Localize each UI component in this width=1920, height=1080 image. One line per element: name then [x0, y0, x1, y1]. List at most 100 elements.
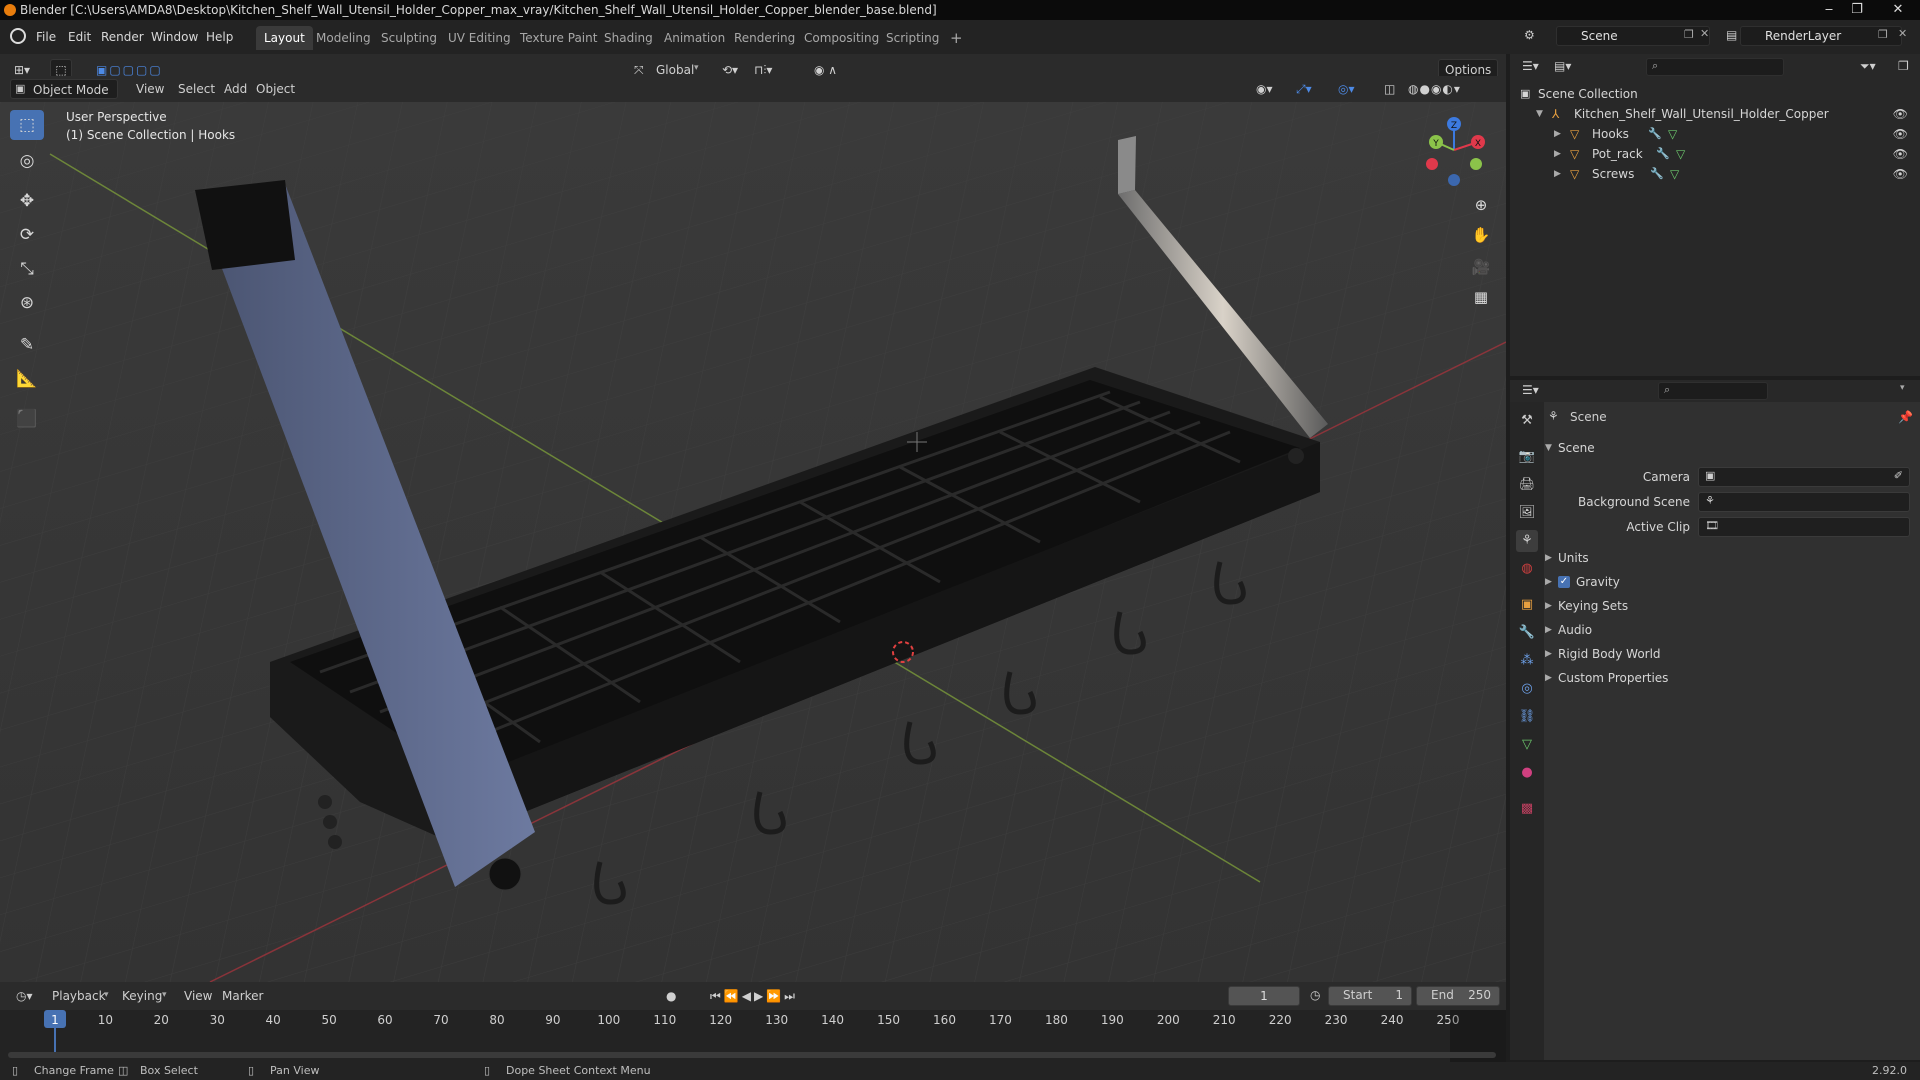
- particles-tab-icon[interactable]: ⁂: [1516, 650, 1538, 672]
- scene-tab-icon[interactable]: ⚘: [1516, 530, 1538, 552]
- navigation-gizmo[interactable]: Z X Y: [1410, 106, 1496, 192]
- visibility-eye-icon[interactable]: 👁: [1893, 104, 1908, 124]
- data-tab-icon[interactable]: ▽: [1516, 734, 1538, 756]
- filter-icon[interactable]: ⏷▾: [1860, 59, 1876, 74]
- panel-gravity[interactable]: ▶ ✓ Gravity: [1540, 570, 1920, 594]
- tab-uv-editing[interactable]: UV Editing: [440, 26, 519, 50]
- timeline-menu-keying[interactable]: Keying: [116, 986, 168, 1006]
- transform-icon[interactable]: ⊛: [10, 288, 44, 318]
- outliner-scene-collection[interactable]: ▣ Scene Collection: [1510, 84, 1920, 104]
- tab-compositing[interactable]: Compositing: [796, 26, 887, 50]
- panel-keying-sets[interactable]: ▶ Keying Sets: [1540, 594, 1920, 618]
- new-renderlayer-icon[interactable]: ❐: [1878, 28, 1888, 41]
- outliner-item-hooks[interactable]: ▶ ▽ Hooks 🔧 ▽ 👁: [1510, 124, 1920, 144]
- timeline-editor-icon[interactable]: ◷▾: [10, 986, 39, 1006]
- preview-range-clock-icon[interactable]: ◷: [1310, 988, 1320, 1002]
- maximize-button[interactable]: ❐: [1844, 0, 1870, 20]
- perspective-grid-icon[interactable]: ▦: [1466, 282, 1496, 312]
- outliner-collection[interactable]: ▼ ⅄ Kitchen_Shelf_Wall_Utensil_Holder_Co…: [1510, 104, 1920, 124]
- chevron-down-icon[interactable]: ▾: [1900, 383, 1905, 393]
- menu-file[interactable]: File: [30, 26, 62, 48]
- output-tab-icon[interactable]: 🖨: [1516, 474, 1538, 496]
- tool-tab-icon[interactable]: ⚒: [1516, 410, 1538, 432]
- gravity-checkbox[interactable]: ✓: [1558, 576, 1570, 588]
- tab-rendering[interactable]: Rendering: [726, 26, 803, 50]
- shading-mode-icons[interactable]: ◍●◉◐▾: [1402, 79, 1467, 99]
- pin-icon[interactable]: 📌: [1898, 410, 1913, 424]
- properties-search-input[interactable]: [1658, 382, 1768, 400]
- timeline-menu-marker[interactable]: Marker: [216, 986, 269, 1006]
- expand-icon[interactable]: ▶: [1554, 124, 1561, 144]
- render-tab-icon[interactable]: 📷: [1516, 446, 1538, 468]
- constraints-tab-icon[interactable]: ⛓: [1516, 706, 1538, 728]
- zoom-icon[interactable]: ⊕: [1466, 190, 1496, 220]
- tab-scripting[interactable]: Scripting: [878, 26, 947, 50]
- select-box-icon[interactable]: ⬚: [10, 110, 44, 140]
- close-button[interactable]: ✕: [1880, 0, 1916, 20]
- collapse-icon[interactable]: ▼: [1536, 104, 1543, 124]
- panel-custom-properties[interactable]: ▶ Custom Properties: [1540, 666, 1920, 690]
- add-workspace-button[interactable]: +: [942, 26, 971, 50]
- menu-window[interactable]: Window: [145, 26, 204, 48]
- visibility-icon[interactable]: ◉▾: [1250, 79, 1279, 99]
- background-scene-field[interactable]: ⚘: [1698, 492, 1910, 512]
- properties-editor-icon[interactable]: ☰▾: [1522, 383, 1539, 397]
- menu-render[interactable]: Render: [95, 26, 150, 48]
- camera-field[interactable]: ▣ ✐: [1698, 467, 1910, 487]
- visibility-eye-icon[interactable]: 👁: [1893, 164, 1908, 184]
- timeline-ruler[interactable]: 1 10 20 30 40 50 60 70 80 90 100 110 120 130 140 150 160…: [0, 1010, 1506, 1062]
- visibility-eye-icon[interactable]: 👁: [1893, 144, 1908, 164]
- pan-hand-icon[interactable]: ✋: [1466, 220, 1496, 250]
- viewport-menu-view[interactable]: View: [130, 79, 170, 99]
- new-collection-icon[interactable]: ❐: [1898, 59, 1909, 73]
- panel-audio[interactable]: ▶ Audio: [1540, 618, 1920, 642]
- gizmo-toggle-icon[interactable]: ⤢▾: [1290, 79, 1318, 99]
- outliner-item-pot-rack[interactable]: ▶ ▽ Pot_rack 🔧 ▽ 👁: [1510, 144, 1920, 164]
- record-keyframe-icon[interactable]: ●: [660, 986, 682, 1006]
- tab-animation[interactable]: Animation: [656, 26, 733, 50]
- viewport-menu-add[interactable]: Add: [218, 79, 253, 99]
- playback-controls-icons[interactable]: ⏮⏪◀▶⏩⏭: [704, 986, 804, 1006]
- viewport-menu-select[interactable]: Select: [172, 79, 221, 99]
- scale-icon[interactable]: ⤡: [10, 254, 44, 284]
- end-frame-field[interactable]: End 250: [1416, 986, 1500, 1006]
- rotate-icon[interactable]: ⟳: [10, 220, 44, 250]
- view-layer-tab-icon[interactable]: 🖼: [1516, 502, 1538, 524]
- modifier-tab-icon[interactable]: 🔧: [1516, 622, 1538, 644]
- active-clip-field[interactable]: 🎞: [1698, 517, 1910, 537]
- tab-modeling[interactable]: Modeling: [308, 26, 379, 50]
- outliner-item-screws[interactable]: ▶ ▽ Screws 🔧 ▽ 👁: [1510, 164, 1920, 184]
- annotate-icon[interactable]: ✎: [10, 330, 44, 360]
- blender-menu-icon[interactable]: [10, 28, 26, 44]
- timeline-menu-view[interactable]: View: [178, 986, 218, 1006]
- outliner-search-input[interactable]: [1646, 58, 1784, 76]
- world-tab-icon[interactable]: ◍: [1516, 558, 1538, 580]
- new-scene-icon[interactable]: ❐: [1684, 28, 1694, 41]
- delete-renderlayer-icon[interactable]: ✕: [1898, 27, 1907, 40]
- tab-layout[interactable]: Layout: [256, 26, 313, 50]
- panel-scene[interactable]: ▼ Scene: [1540, 436, 1920, 460]
- viewport-menu-object[interactable]: Object: [250, 79, 301, 99]
- material-tab-icon[interactable]: ●: [1516, 762, 1538, 784]
- add-cube-icon[interactable]: ⬛: [10, 404, 44, 434]
- panel-units[interactable]: ▶ Units: [1540, 546, 1920, 570]
- texture-tab-icon[interactable]: ▩: [1516, 798, 1538, 820]
- mode-dropdown[interactable]: Object Mode: [10, 79, 118, 99]
- menu-edit[interactable]: Edit: [62, 26, 97, 48]
- eyedropper-icon[interactable]: ✐: [1894, 469, 1903, 482]
- timeline-scrollbar[interactable]: [8, 1052, 1496, 1058]
- cursor-icon[interactable]: ◎: [10, 146, 44, 176]
- physics-tab-icon[interactable]: ◎: [1516, 678, 1538, 700]
- delete-scene-icon[interactable]: ✕: [1700, 27, 1709, 40]
- expand-icon[interactable]: ▶: [1554, 144, 1561, 164]
- visibility-eye-icon[interactable]: 👁: [1893, 124, 1908, 144]
- timeline-menu-playback[interactable]: Playback: [46, 986, 112, 1006]
- expand-icon[interactable]: ▶: [1554, 164, 1561, 184]
- camera-view-icon[interactable]: 🎥: [1466, 252, 1496, 282]
- outliner-editor-icon[interactable]: ☰▾: [1522, 59, 1539, 73]
- tab-shading[interactable]: Shading: [596, 26, 661, 50]
- object-tab-icon[interactable]: ▣: [1516, 594, 1538, 616]
- measure-icon[interactable]: 📐: [10, 364, 44, 394]
- minimize-button[interactable]: ‒: [1816, 0, 1842, 20]
- menu-help[interactable]: Help: [200, 26, 239, 48]
